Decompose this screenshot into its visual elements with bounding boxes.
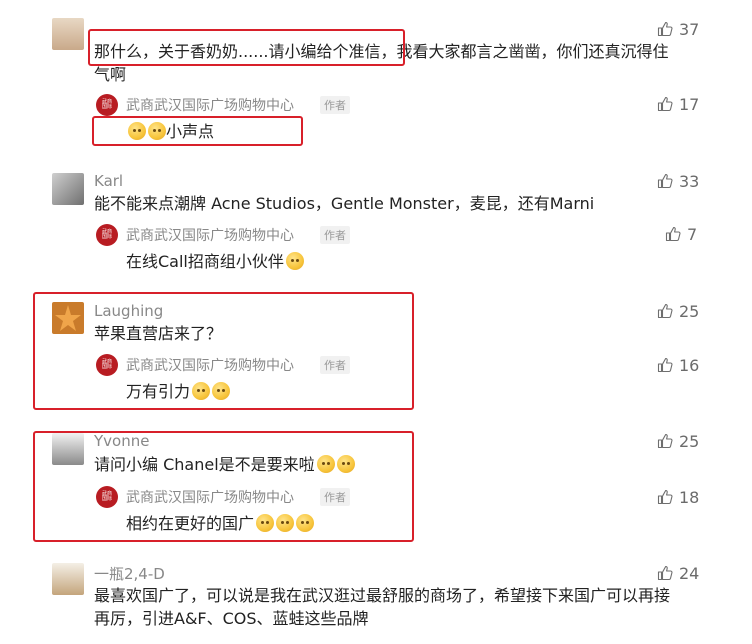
- face-emoji: [276, 514, 295, 532]
- like-button[interactable]: 17: [657, 94, 717, 114]
- like-count: 24: [679, 563, 700, 583]
- thumbs-up-icon: [657, 433, 673, 449]
- face-emoji: [296, 514, 315, 532]
- wushang-logo: 武商 国际: [96, 224, 118, 246]
- thumbs-up-icon: [657, 21, 673, 37]
- face-emoji: [285, 252, 304, 270]
- avatar[interactable]: [52, 173, 84, 205]
- comment-text: 苹果直营店来了？: [94, 324, 223, 343]
- avatar[interactable]: [52, 302, 84, 334]
- like-button[interactable]: 33: [657, 171, 717, 191]
- like-count: 25: [679, 301, 700, 321]
- reply-author: 武商武汉国际广场购物中心: [126, 358, 294, 374]
- avatar[interactable]: [52, 18, 84, 50]
- author-tag: 作者: [320, 488, 350, 506]
- like-button[interactable]: 25: [657, 301, 717, 321]
- thumbs-up-icon: [657, 489, 673, 505]
- like-button[interactable]: 7: [665, 224, 725, 244]
- face-emoji: [336, 455, 355, 473]
- comment-text: 再厉，引进A&F、COS、蓝蛙这些品牌: [94, 609, 369, 628]
- like-count: 18: [679, 487, 700, 507]
- like-button[interactable]: 18: [657, 487, 717, 507]
- nickname[interactable]: Laughing: [94, 302, 163, 320]
- comment-text: 能不能来点潮牌 Acne Studios，Gentle Monster，麦昆，还…: [94, 194, 595, 213]
- face-emoji: [212, 382, 231, 400]
- avatar[interactable]: [52, 433, 84, 465]
- thumbs-up-icon: [657, 357, 673, 373]
- thumbs-up-icon: [657, 96, 673, 112]
- thumbs-up-icon: [657, 173, 673, 189]
- comment-text: 最喜欢国广了，可以说是我在武汉逛过最舒服的商场了，希望接下来国广可以再接: [94, 586, 671, 605]
- author-tag: 作者: [320, 356, 350, 374]
- wushang-logo: 武商 国际: [96, 354, 118, 376]
- reply-text: 相约在更好的国广: [126, 510, 315, 534]
- wushang-logo: 武商 国际: [96, 486, 118, 508]
- reply-author: 武商武汉国际广场购物中心: [126, 490, 294, 506]
- reply-text: 在线Call招商组小伙伴: [126, 248, 304, 272]
- avatar[interactable]: [52, 563, 84, 595]
- like-count: 7: [687, 224, 698, 244]
- face-emoji: [316, 455, 335, 473]
- reply-author: 武商武汉国际广场购物中心: [126, 98, 294, 114]
- reply-text: 万有引力: [126, 378, 231, 402]
- face-emoji: [192, 382, 211, 400]
- starfish-image: [55, 305, 81, 331]
- author-tag: 作者: [320, 96, 350, 114]
- thumbs-up-icon: [665, 226, 681, 242]
- nickname[interactable]: Karl: [94, 172, 123, 190]
- like-count: 37: [679, 19, 700, 39]
- like-button[interactable]: 25: [657, 431, 717, 451]
- wushang-logo: 武商 国际: [96, 94, 118, 116]
- like-button[interactable]: 16: [657, 355, 717, 375]
- nickname[interactable]: Yvonne: [94, 432, 149, 450]
- thumbs-up-icon: [657, 565, 673, 581]
- nickname[interactable]: 一瓶2,4-D: [94, 563, 165, 584]
- reply-author: 武商武汉国际广场购物中心: [126, 228, 294, 244]
- face-emoji: [256, 514, 275, 532]
- highlight-box: [88, 29, 405, 66]
- comment-text: 请问小编 Chanel是不是要来啦: [94, 453, 355, 476]
- like-count: 33: [679, 171, 700, 191]
- highlight-box: [92, 116, 303, 146]
- like-count: 16: [679, 355, 700, 375]
- comment-text: 气啊: [94, 65, 127, 84]
- like-count: 25: [679, 431, 700, 451]
- thumbs-up-icon: [657, 303, 673, 319]
- like-count: 17: [679, 94, 700, 114]
- like-button[interactable]: 37: [657, 19, 717, 39]
- author-tag: 作者: [320, 226, 350, 244]
- like-button[interactable]: 24: [657, 563, 717, 583]
